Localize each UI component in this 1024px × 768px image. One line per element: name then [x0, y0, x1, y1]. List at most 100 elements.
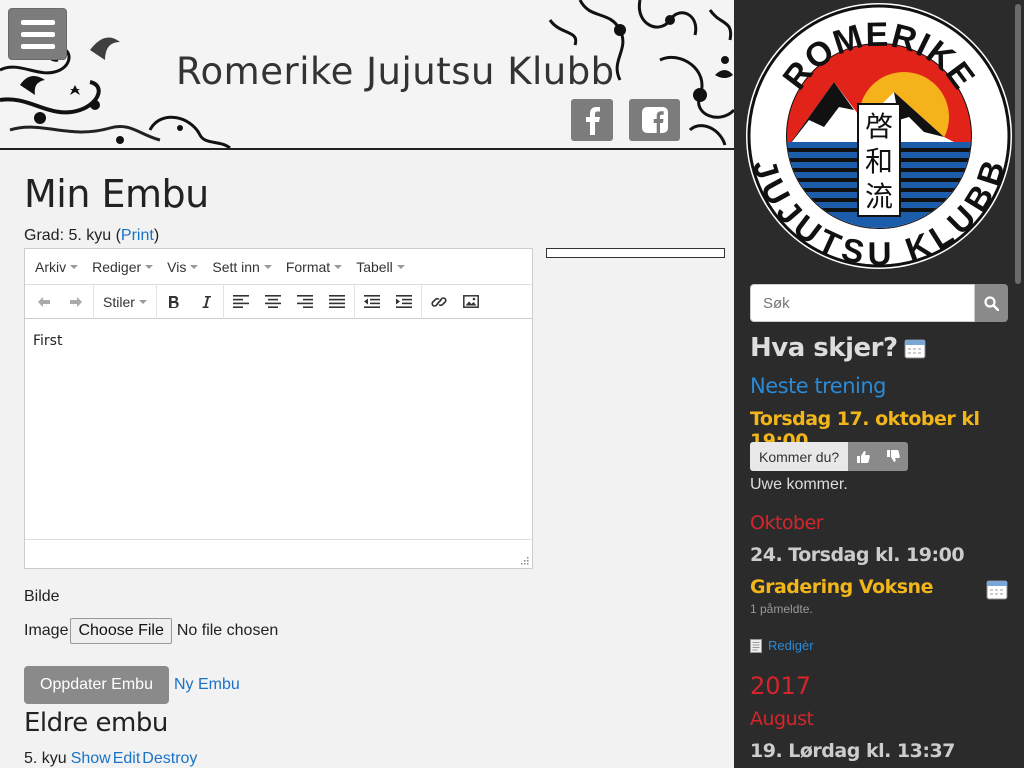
editor-content-area[interactable]: First: [25, 319, 532, 539]
toolbar-divider: [155, 284, 157, 319]
caret-down-icon: [334, 264, 343, 269]
toolbar-divider: [353, 284, 355, 319]
image-button[interactable]: [455, 288, 487, 316]
italic-icon: [202, 295, 211, 308]
edit-event-link[interactable]: Redigèr: [750, 638, 814, 653]
print-link[interactable]: Print: [121, 227, 154, 244]
search-icon: [984, 295, 999, 311]
logo-kanji-3: 流: [865, 180, 893, 213]
thumbs-down-icon: [887, 450, 900, 462]
attend-button[interactable]: [848, 442, 879, 471]
facebook-button[interactable]: [571, 99, 613, 141]
align-center-button[interactable]: [257, 288, 289, 316]
search-input[interactable]: [750, 284, 975, 322]
menu-toggle-button[interactable]: [8, 8, 67, 60]
image-upload-row: Image Choose File No file chosen: [24, 618, 278, 644]
sidebar-scrollbar[interactable]: [1012, 0, 1024, 768]
caret-down-icon: [396, 264, 405, 269]
menu-label: Arkiv: [35, 258, 67, 275]
edit-label: Redigèr: [768, 638, 814, 653]
month-heading: August: [750, 708, 814, 730]
edit-link[interactable]: Edit: [113, 750, 141, 768]
choose-file-button[interactable]: Choose File: [70, 618, 172, 644]
attending-text: Uwe kommer.: [750, 476, 848, 493]
bilde-label: Bilde: [24, 588, 60, 605]
rich-text-editor[interactable]: Arkiv Rediger Vis Sett inn Format Tabell…: [24, 248, 533, 569]
toolbar-divider: [93, 284, 94, 319]
search-button[interactable]: [975, 284, 1008, 322]
menu-label: Rediger: [92, 258, 142, 275]
year-heading: 2017: [750, 672, 812, 700]
align-justify-button[interactable]: [321, 288, 353, 316]
menu-rediger[interactable]: Rediger: [85, 259, 160, 275]
page-header: Romerike Jujutsu Klubb: [0, 0, 734, 150]
sidebar: 啓 和 流 ROMERIKE JUJUTSU KLUBB Hva skjer? …: [734, 0, 1024, 768]
link-icon: [431, 296, 447, 307]
rsvp-group: Kommer du?: [750, 442, 909, 471]
editor-toolbar: Stiler: [25, 284, 532, 319]
outdent-button[interactable]: [356, 288, 388, 316]
facebook-icon: [586, 107, 600, 135]
site-title[interactable]: Romerike Jujutsu Klubb: [176, 50, 615, 93]
calendar-icon[interactable]: [904, 337, 926, 359]
align-left-button[interactable]: [225, 288, 257, 316]
resize-handle-icon[interactable]: [519, 555, 529, 565]
caret-down-icon: [138, 299, 147, 304]
decline-button[interactable]: [878, 442, 909, 471]
destroy-link[interactable]: Destroy: [142, 750, 197, 768]
redo-button[interactable]: [60, 288, 92, 316]
italic-button[interactable]: [190, 288, 222, 316]
menu-label: Vis: [167, 258, 187, 275]
image-icon: [462, 295, 479, 308]
menu-tabell[interactable]: Tabell: [349, 259, 412, 275]
menu-label: Sett inn: [212, 258, 260, 275]
document-icon: [750, 638, 762, 653]
grade-suffix: ): [153, 227, 160, 244]
bold-icon: [168, 295, 179, 308]
link-button[interactable]: [423, 288, 455, 316]
editor-statusbar: [25, 539, 532, 568]
align-center-icon: [264, 295, 281, 308]
undo-icon: [38, 296, 50, 307]
editor-menubar: Arkiv Rediger Vis Sett inn Format Tabell: [25, 249, 532, 285]
hamburger-icon-bar: [20, 43, 55, 49]
align-left-icon: [232, 295, 249, 308]
bold-button[interactable]: [158, 288, 190, 316]
update-embu-button[interactable]: Oppdater Embu: [24, 666, 169, 704]
toolbar-divider: [222, 284, 224, 319]
menu-vis[interactable]: Vis: [160, 259, 205, 275]
logo-kanji-1: 啓: [865, 110, 893, 143]
embu-grade: 5. kyu: [24, 750, 67, 767]
indent-button[interactable]: [388, 288, 420, 316]
align-right-icon: [296, 295, 313, 308]
event-title[interactable]: Gradering Voksne: [750, 576, 933, 598]
whats-on-label: Hva skjer?: [750, 333, 898, 363]
grade-line: Grad: 5. kyu (Print): [24, 227, 159, 245]
menu-sett-inn[interactable]: Sett inn: [205, 259, 278, 275]
new-embu-link[interactable]: Ny Embu: [174, 676, 240, 694]
next-training-heading[interactable]: Neste trening: [750, 374, 887, 398]
facebook-square-icon: [641, 107, 668, 133]
undo-button[interactable]: [28, 288, 60, 316]
facebook-page-button[interactable]: [629, 99, 680, 141]
toolbar-divider: [420, 284, 422, 319]
event-date: 19. Lørdag kl. 13:37: [750, 740, 955, 762]
redo-icon: [70, 296, 82, 307]
empty-input-box[interactable]: [546, 248, 725, 258]
menu-arkiv[interactable]: Arkiv: [28, 259, 85, 275]
calendar-icon[interactable]: [986, 578, 1008, 600]
logo-kanji-2: 和: [865, 145, 893, 178]
align-right-button[interactable]: [289, 288, 321, 316]
scrollbar-thumb[interactable]: [1015, 4, 1021, 284]
menu-label: Tabell: [356, 258, 393, 275]
styles-label: Stiler: [103, 293, 135, 310]
hamburger-icon: [20, 19, 55, 25]
outdent-icon: [363, 295, 380, 308]
club-logo[interactable]: 啓 和 流 ROMERIKE JUJUTSU KLUBB: [744, 2, 1014, 270]
styles-dropdown[interactable]: Stiler: [95, 294, 155, 310]
show-link[interactable]: Show: [71, 750, 111, 768]
menu-format[interactable]: Format: [279, 259, 349, 275]
indent-icon: [395, 295, 412, 308]
caret-down-icon: [263, 264, 272, 269]
grade-text: Grad: 5. kyu (: [24, 227, 121, 244]
